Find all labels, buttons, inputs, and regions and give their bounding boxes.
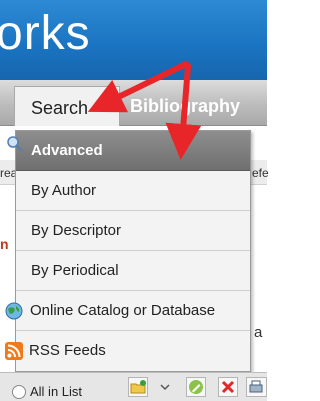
arrow-to-search-tab	[87, 61, 189, 113]
annotation-arrows	[87, 61, 202, 160]
arrow-to-advanced	[165, 63, 202, 160]
